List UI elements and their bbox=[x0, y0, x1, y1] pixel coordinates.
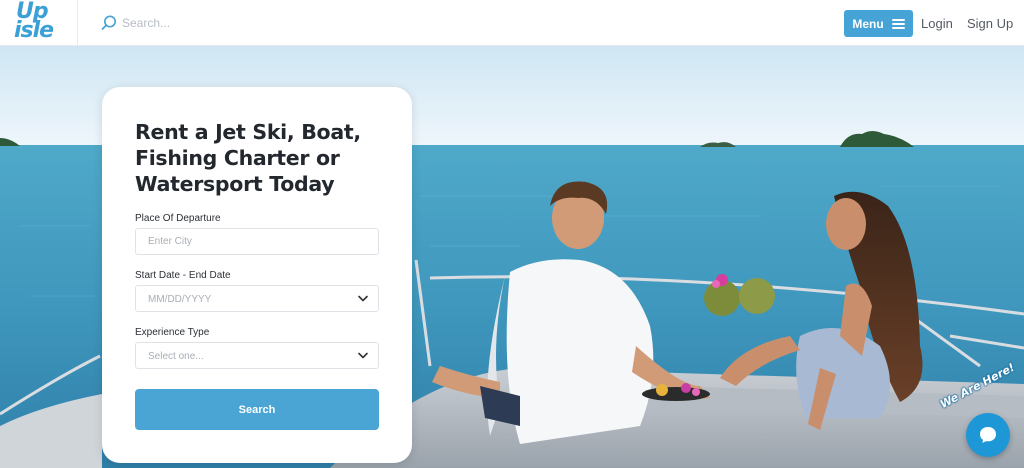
search-button[interactable]: Search bbox=[135, 389, 379, 430]
menu-button[interactable]: Menu bbox=[844, 10, 913, 37]
hamburger-icon bbox=[891, 18, 905, 29]
login-link[interactable]: Login bbox=[921, 16, 953, 31]
departure-label: Place Of Departure bbox=[135, 213, 221, 224]
experience-label: Experience Type bbox=[135, 327, 210, 338]
chat-bubble-icon bbox=[980, 427, 996, 443]
experience-type-select[interactable]: Select one... bbox=[135, 342, 379, 369]
booking-card: Rent a Jet Ski, Boat, Fishing Charter or… bbox=[102, 87, 412, 463]
menu-button-label: Menu bbox=[852, 16, 884, 31]
header-divider bbox=[77, 0, 78, 46]
top-navbar: Up isle Menu Login Sign Up bbox=[0, 0, 1024, 46]
header-search bbox=[100, 12, 400, 34]
search-input[interactable] bbox=[122, 12, 382, 34]
date-range-placeholder: MM/DD/YYYY bbox=[148, 294, 212, 305]
upisle-logo[interactable]: Up isle bbox=[12, 1, 68, 44]
logo-text-line2: isle bbox=[14, 18, 54, 43]
signup-link[interactable]: Sign Up bbox=[967, 16, 1013, 31]
experience-selected-value: Select one... bbox=[148, 351, 204, 362]
date-range-picker[interactable]: MM/DD/YYYY bbox=[135, 285, 379, 312]
dates-label: Start Date - End Date bbox=[135, 270, 231, 281]
chevron-down-icon bbox=[358, 352, 368, 359]
search-icon[interactable] bbox=[100, 14, 118, 32]
departure-city-input[interactable] bbox=[135, 228, 379, 255]
chat-launcher-button[interactable] bbox=[966, 413, 1010, 457]
booking-title: Rent a Jet Ski, Boat, Fishing Charter or… bbox=[135, 120, 361, 196]
chevron-down-icon bbox=[358, 295, 368, 302]
